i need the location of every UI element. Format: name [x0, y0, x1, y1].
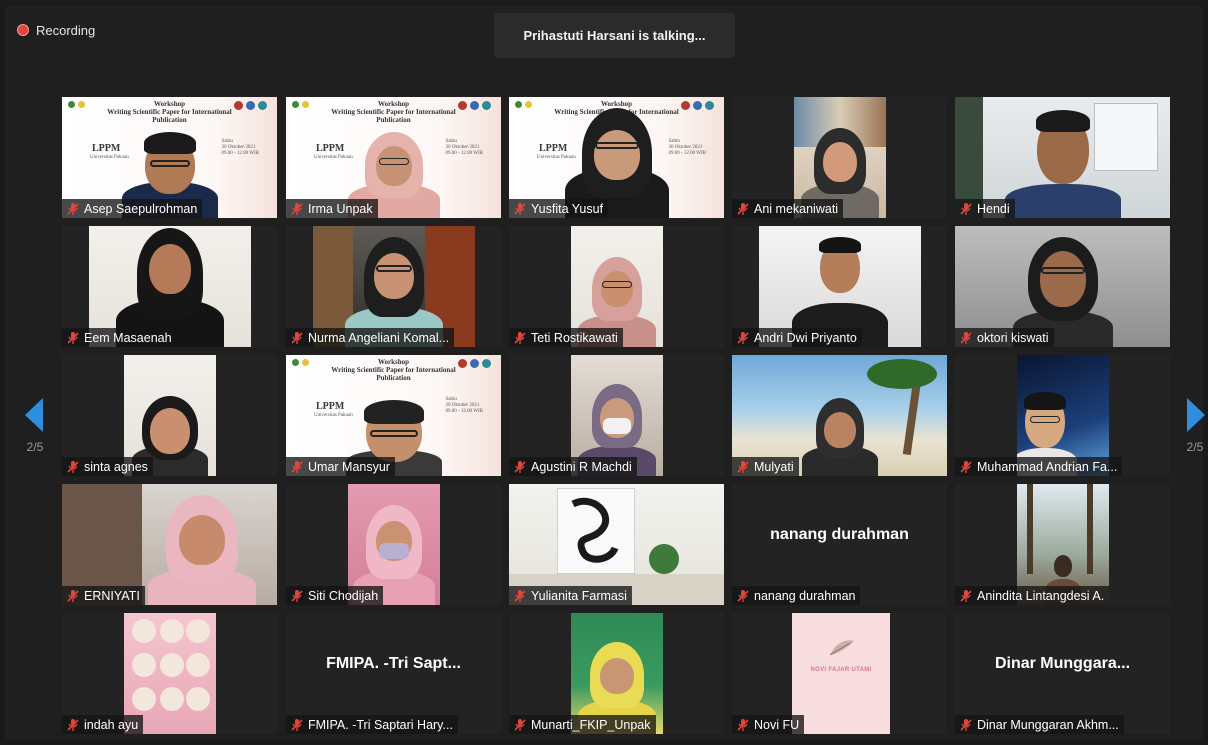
participant-name-tag: Nurma Angeliani Komal...: [286, 328, 455, 347]
participant-tile[interactable]: Muhammad Andrian Fa...: [955, 355, 1170, 476]
participant-name-tag: sinta agnes: [62, 457, 153, 476]
participant-tile[interactable]: Yulianita Farmasi: [509, 484, 724, 605]
muted-mic-icon: [514, 718, 526, 731]
participant-name-tag: ERNIYATI: [62, 586, 145, 605]
muted-mic-icon: [67, 331, 79, 344]
participant-tile[interactable]: Workshop Writing Scientific Paper for In…: [286, 355, 501, 476]
chevron-right-icon: [1187, 398, 1205, 432]
participant-name-tag: Teti Rostikawati: [509, 328, 623, 347]
participant-name-tag: FMIPA. -Tri Saptari Hary...: [286, 715, 458, 734]
participant-name-tag: Yusfita Yusuf: [509, 199, 609, 218]
participant-name-tag: Siti Chodijah: [286, 586, 384, 605]
muted-mic-icon: [960, 718, 972, 731]
participant-name-tag: Andri Dwi Priyanto: [732, 328, 862, 347]
muted-mic-icon: [960, 202, 972, 215]
recording-indicator[interactable]: Recording: [17, 20, 95, 40]
participant-name-tag: indah ayu: [62, 715, 144, 734]
recording-label: Recording: [36, 22, 96, 38]
participant-tile[interactable]: Nurma Angeliani Komal...: [286, 226, 501, 347]
meeting-window: Recording Prihastuti Harsani is talking.…: [5, 5, 1205, 740]
muted-mic-icon: [291, 202, 303, 215]
participant-name-tag: Umar Mansyur: [286, 457, 395, 476]
muted-mic-icon: [291, 460, 303, 473]
participant-tile[interactable]: oktori kiswati: [955, 226, 1170, 347]
participant-tile[interactable]: Workshop Writing Scientific Paper for In…: [62, 97, 277, 218]
page-indicator-left: 2/5: [26, 440, 44, 454]
page-indicator-right: 2/5: [1186, 440, 1204, 454]
muted-mic-icon: [960, 589, 972, 602]
participant-tile[interactable]: Andri Dwi Priyanto: [732, 226, 947, 347]
muted-mic-icon: [291, 589, 303, 602]
participant-name-tag: nanang durahman: [732, 586, 861, 605]
record-icon: [17, 24, 29, 36]
participant-tile[interactable]: Munarti_FKIP_Unpak: [509, 613, 724, 734]
participant-name-tag: Dinar Munggaran Akhm...: [955, 715, 1124, 734]
participant-name-tag: Ani mekaniwati: [732, 199, 844, 218]
participant-tile[interactable]: Anindita Lintangdesi A.: [955, 484, 1170, 605]
participant-tile[interactable]: Mulyati: [732, 355, 947, 476]
participant-tile[interactable]: Ani mekaniwati: [732, 97, 947, 218]
participant-display-name: Dinar Munggara...: [994, 655, 1131, 672]
muted-mic-icon: [67, 202, 79, 215]
participant-display-name: nanang durahman: [770, 526, 909, 543]
muted-mic-icon: [514, 589, 526, 602]
participant-name-tag: Novi FU: [732, 715, 805, 734]
participant-tile[interactable]: NOVI FAJAR UTAMI Novi FU: [732, 613, 947, 734]
muted-mic-icon: [291, 331, 303, 344]
active-speaker-banner: Prihastuti Harsani is talking...: [494, 13, 735, 58]
muted-mic-icon: [514, 331, 526, 344]
participant-figure: [1003, 108, 1123, 218]
muted-mic-icon: [737, 460, 749, 473]
participant-name-tag: oktori kiswati: [955, 328, 1054, 347]
muted-mic-icon: [67, 718, 79, 731]
prev-page-button[interactable]: 2/5: [15, 398, 55, 454]
participant-video: NOVI FAJAR UTAMI: [792, 613, 890, 734]
participant-display-name: FMIPA. -Tri Sapt...: [326, 655, 461, 672]
participant-name-tag: Asep Saepulrohman: [62, 199, 203, 218]
participant-tile[interactable]: Dinar Munggara... Dinar Munggaran Akhm..…: [955, 613, 1170, 734]
muted-mic-icon: [514, 460, 526, 473]
participant-name-tag: Agustini R Machdi: [509, 457, 637, 476]
participant-tile[interactable]: Eem Masaenah: [62, 226, 277, 347]
participant-name-tag: Eem Masaenah: [62, 328, 177, 347]
muted-mic-icon: [960, 460, 972, 473]
participant-tile[interactable]: FMIPA. -Tri Sapt... FMIPA. -Tri Saptari …: [286, 613, 501, 734]
participant-name-tag: Muhammad Andrian Fa...: [955, 457, 1123, 476]
participant-tile[interactable]: Workshop Writing Scientific Paper for In…: [286, 97, 501, 218]
participant-figure: [800, 398, 880, 476]
participant-figure: [147, 495, 257, 605]
leaf-logo-icon: [829, 640, 854, 656]
muted-mic-icon: [737, 718, 749, 731]
participant-name-tag: Munarti_FKIP_Unpak: [509, 715, 656, 734]
muted-mic-icon: [737, 589, 749, 602]
participant-tile[interactable]: indah ayu: [62, 613, 277, 734]
participant-tile[interactable]: ERNIYATI: [62, 484, 277, 605]
participant-name-tag: Anindita Lintangdesi A.: [955, 586, 1110, 605]
muted-mic-icon: [67, 460, 79, 473]
abstract-art-icon: [571, 497, 619, 563]
participant-tile[interactable]: nanang durahman nanang durahman: [732, 484, 947, 605]
participant-tile[interactable]: sinta agnes: [62, 355, 277, 476]
participant-tile[interactable]: Workshop Writing Scientific Paper for In…: [509, 97, 724, 218]
participant-tile[interactable]: Teti Rostikawati: [509, 226, 724, 347]
participant-tile[interactable]: Siti Chodijah: [286, 484, 501, 605]
muted-mic-icon: [737, 202, 749, 215]
muted-mic-icon: [737, 331, 749, 344]
chevron-left-icon: [25, 398, 43, 432]
participant-name-tag: Yulianita Farmasi: [509, 586, 632, 605]
participant-name-tag: Hendi: [955, 199, 1015, 218]
muted-mic-icon: [291, 718, 303, 731]
participant-tile[interactable]: Hendi: [955, 97, 1170, 218]
participant-name-tag: Irma Unpak: [286, 199, 378, 218]
muted-mic-icon: [960, 331, 972, 344]
active-speaker-text: Prihastuti Harsani is talking...: [523, 28, 706, 43]
next-page-button[interactable]: 2/5: [1175, 398, 1208, 454]
card-title: NOVI FAJAR UTAMI: [810, 667, 872, 673]
muted-mic-icon: [514, 202, 526, 215]
participant-tile[interactable]: Agustini R Machdi: [509, 355, 724, 476]
muted-mic-icon: [67, 589, 79, 602]
participant-name-tag: Mulyati: [732, 457, 799, 476]
